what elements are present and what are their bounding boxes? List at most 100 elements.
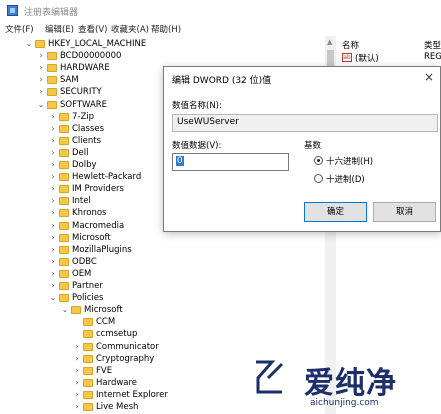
- menu-help[interactable]: 帮助(H): [151, 23, 181, 35]
- chevron-right-icon[interactable]: ›: [49, 123, 57, 135]
- ok-button[interactable]: 确定: [304, 202, 367, 222]
- tree-node-label: Policies: [72, 293, 104, 304]
- chevron-right-icon[interactable]: ›: [49, 147, 57, 159]
- chevron-right-icon[interactable]: ›: [49, 195, 57, 207]
- chevron-right-icon[interactable]: ›: [37, 86, 45, 98]
- scroll-up-icon[interactable]: ▲: [327, 38, 332, 46]
- chevron-down-icon[interactable]: ⌄: [61, 304, 69, 316]
- chevron-right-icon[interactable]: ›: [49, 207, 57, 219]
- tree-node-label: HKEY_LOCAL_MACHINE: [48, 39, 147, 49]
- chevron-right-icon[interactable]: ›: [73, 353, 81, 365]
- tree-node-label: BCD00000000: [60, 51, 122, 62]
- folder-icon: [47, 52, 57, 61]
- value-data-input[interactable]: 0: [172, 153, 289, 171]
- tree-node-label: SAM: [60, 75, 79, 86]
- folder-icon: [59, 294, 69, 303]
- tree-node-label: HARDWARE: [60, 63, 110, 74]
- folder-icon: [59, 185, 69, 194]
- value-data-text: 0: [176, 156, 184, 166]
- chevron-right-icon[interactable]: ›: [73, 341, 81, 353]
- folder-icon: [59, 173, 69, 182]
- registry-editor-icon: [7, 5, 18, 16]
- chevron-right-icon[interactable]: ›: [49, 111, 57, 123]
- radix-label: 基数: [304, 141, 322, 151]
- folder-icon: [83, 330, 93, 339]
- edit-dword-dialog: 编辑 DWORD (32 位)值 × 数值名称(N): UseWUServer …: [163, 66, 441, 232]
- tree-node-label: ODBC: [72, 256, 97, 267]
- chevron-right-icon[interactable]: ›: [37, 74, 45, 86]
- tree-node-label: 7-Zip: [72, 111, 95, 122]
- list-row[interactable]: ab (默认) REG: [336, 52, 441, 64]
- menu-favorites[interactable]: 收藏夹(A): [111, 23, 149, 35]
- chevron-right-icon[interactable]: ›: [49, 220, 57, 232]
- string-value-icon: ab: [342, 53, 352, 62]
- title-bar: 注册表编辑器: [0, 0, 441, 22]
- close-icon[interactable]: ×: [424, 70, 434, 84]
- chevron-right-icon[interactable]: ›: [37, 50, 45, 62]
- chevron-down-icon[interactable]: ⌄: [49, 292, 57, 304]
- tree-node-label: Hewlett-Packard: [72, 172, 142, 183]
- menu-file[interactable]: 文件(F): [5, 23, 34, 35]
- value-data-label: 数值数据(V):: [172, 141, 222, 151]
- radio-dec[interactable]: [314, 174, 323, 183]
- tree-node-label: Partner: [72, 281, 103, 291]
- tree-node-label: Classes: [72, 123, 105, 134]
- tree-node-label: Hardware: [96, 377, 138, 388]
- column-name[interactable]: 名称: [342, 39, 359, 51]
- folder-icon: [35, 40, 45, 48]
- folder-icon: [47, 76, 57, 85]
- folder-icon: [47, 64, 57, 73]
- tree-node-label: CCM: [96, 317, 116, 328]
- radio-hex-label[interactable]: 十六进制(H): [326, 155, 373, 167]
- chevron-right-icon[interactable]: ›: [49, 171, 57, 183]
- tree-node-label: Live Mesh: [96, 402, 139, 412]
- radio-dec-label[interactable]: 十进制(D): [326, 173, 365, 185]
- chevron-down-icon[interactable]: ⌄: [25, 38, 33, 50]
- chevron-right-icon[interactable]: ›: [49, 135, 57, 147]
- dialog-title: 编辑 DWORD (32 位)值: [172, 76, 272, 86]
- chevron-right-icon[interactable]: ›: [49, 183, 57, 195]
- chevron-right-icon[interactable]: ›: [73, 377, 81, 389]
- folder-icon: [59, 124, 69, 133]
- watermark-brand: 爱纯净: [304, 366, 397, 401]
- column-type[interactable]: 类型: [424, 39, 441, 51]
- folder-icon: [83, 354, 93, 363]
- chevron-right-icon[interactable]: ›: [37, 62, 45, 74]
- folder-icon: [47, 88, 57, 97]
- folder-icon: [59, 112, 69, 121]
- watermark: 爱纯净 aichunjing.com: [248, 348, 441, 414]
- value-name-field: UseWUServer: [172, 114, 438, 132]
- tree-node-label: Macromedia: [72, 220, 125, 231]
- chevron-right-icon[interactable]: ›: [49, 232, 57, 244]
- cancel-button[interactable]: 取消: [373, 202, 436, 222]
- tree-node-label: IM Providers: [72, 184, 124, 195]
- menu-edit[interactable]: 编辑(E): [45, 23, 74, 35]
- folder-icon: [59, 233, 69, 242]
- radio-hex[interactable]: [314, 156, 323, 165]
- folder-icon: [59, 209, 69, 218]
- chevron-right-icon[interactable]: ›: [73, 401, 81, 413]
- list-header: 名称 类型: [336, 36, 441, 52]
- value-name-label: 数值名称(N):: [172, 101, 222, 111]
- chevron-right-icon[interactable]: ›: [73, 365, 81, 377]
- chevron-right-icon[interactable]: ›: [49, 280, 57, 292]
- tree-node-label: Microsoft: [84, 305, 123, 316]
- chevron-right-icon[interactable]: ›: [49, 256, 57, 268]
- chevron-right-icon[interactable]: ›: [49, 159, 57, 171]
- folder-icon: [59, 197, 69, 206]
- tree-node-label: Khronos: [72, 208, 107, 219]
- chevron-right-icon[interactable]: ›: [49, 244, 57, 256]
- folder-icon: [59, 221, 69, 230]
- chevron-right-icon[interactable]: ›: [49, 268, 57, 280]
- tree-node-label: Internet Explorer: [96, 389, 168, 400]
- chevron-right-icon[interactable]: ›: [73, 389, 81, 401]
- folder-icon: [83, 403, 93, 411]
- folder-icon: [59, 269, 69, 278]
- tree-node-label: MozillaPlugins: [72, 244, 132, 255]
- menu-view[interactable]: 查看(V): [78, 23, 107, 35]
- folder-icon: [59, 161, 69, 169]
- tree-node-label: SOFTWARE: [60, 99, 108, 110]
- tree-node-label: OEM: [72, 268, 92, 279]
- chevron-down-icon[interactable]: ⌄: [37, 99, 45, 111]
- tree-node-label: Dolby: [72, 160, 97, 170]
